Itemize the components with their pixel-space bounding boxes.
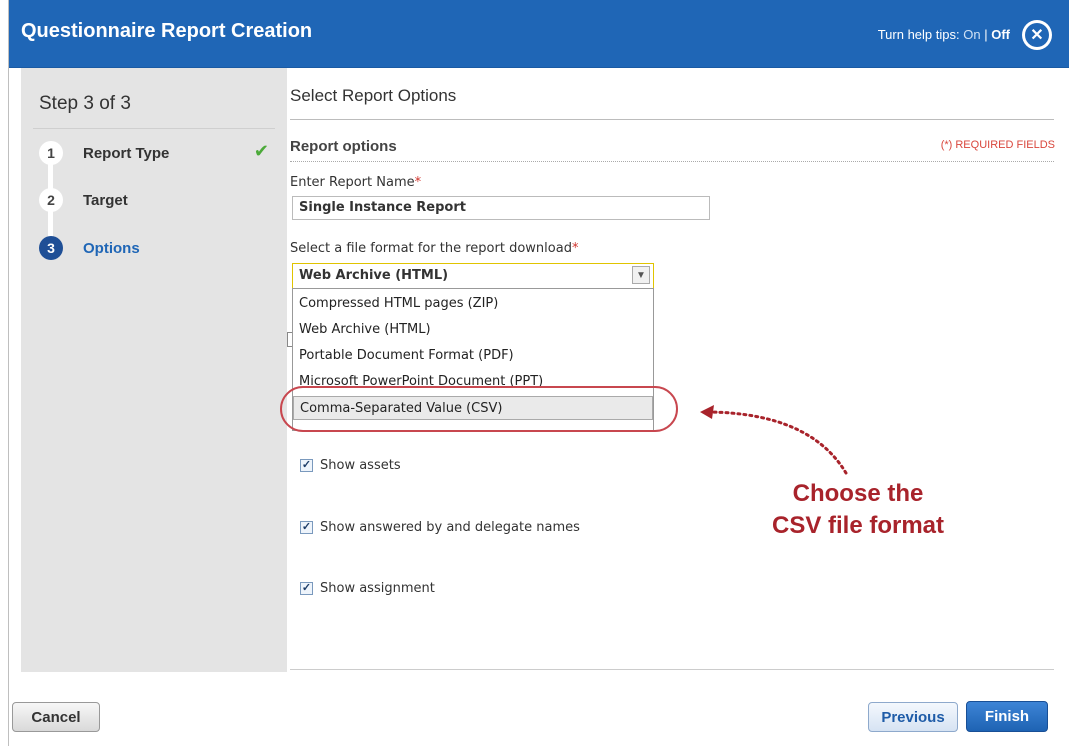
footer-divider [290,669,1054,670]
help-tips-on-link[interactable]: On [963,27,980,42]
step-report-type[interactable]: 1 Report Type ✔ [39,141,269,167]
title-bar: Questionnaire Report Creation Turn help … [9,0,1069,68]
previous-button[interactable]: Previous [868,702,958,732]
step-number: 2 [39,188,63,212]
wizard-sidebar: Step 3 of 3 1 Report Type ✔ 2 Target 3 O… [21,68,287,672]
close-icon: ✕ [1025,23,1049,47]
checkmark-icon: ✔ [253,141,269,161]
options-panel: Select Report Options Report options (*)… [280,68,1055,678]
step-number: 1 [39,141,63,165]
step-header: Step 3 of 3 [39,93,131,114]
step-label: Target [83,192,128,209]
help-tips-separator: | [984,27,988,42]
sidebar-divider [33,128,275,129]
step-label: Options [83,240,140,257]
help-tips-prefix: Turn help tips: [877,27,960,42]
step-label: Report Type [83,145,170,162]
cancel-button[interactable]: Cancel [12,702,100,732]
step-number: 3 [39,236,63,260]
close-button[interactable]: ✕ [1022,20,1052,50]
annotation-arrow-icon [700,405,848,475]
step-options[interactable]: 3 Options [39,236,269,262]
finish-button[interactable]: Finish [966,701,1048,732]
help-tips-off-link[interactable]: Off [991,27,1010,42]
dialog-title: Questionnaire Report Creation [21,20,313,42]
step-target[interactable]: 2 Target [39,188,269,214]
help-tips-toggle: Turn help tips: On | Off [878,27,1010,42]
